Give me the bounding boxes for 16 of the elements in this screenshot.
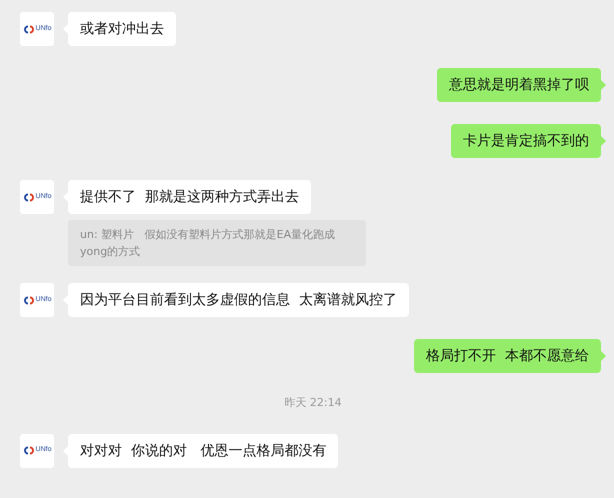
message-bubble: 卡片是肯定搞不到的 [451, 124, 601, 158]
timestamp: 昨天 22:14 [284, 395, 342, 411]
logo-icon [22, 24, 35, 34]
message-bubble: 因为平台目前看到太多虚假的信息 太离谱就风控了 [68, 283, 409, 317]
message-bubble: 或者对冲出去 [68, 12, 176, 46]
message-bubble: 意思就是明着黑掉了呗 [437, 68, 601, 102]
logo-icon [22, 192, 35, 202]
bubble-tail [601, 351, 606, 361]
logo-icon [22, 296, 35, 304]
quoted-message: un: 塑料片 假如没有塑料片方式那就是EA量化跑成yong的方式 [68, 220, 366, 266]
bubble-tail [601, 80, 606, 90]
message-bubble: 提供不了 那就是这两种方式弄出去 [68, 180, 311, 214]
logo-icon [22, 446, 35, 455]
bubble-tail [601, 136, 606, 146]
message-bubble: 对对对 你说的对 优恩一点格局都没有 [68, 434, 338, 468]
message-bubble: 格局打不开 本都不愿意给 [414, 339, 601, 373]
